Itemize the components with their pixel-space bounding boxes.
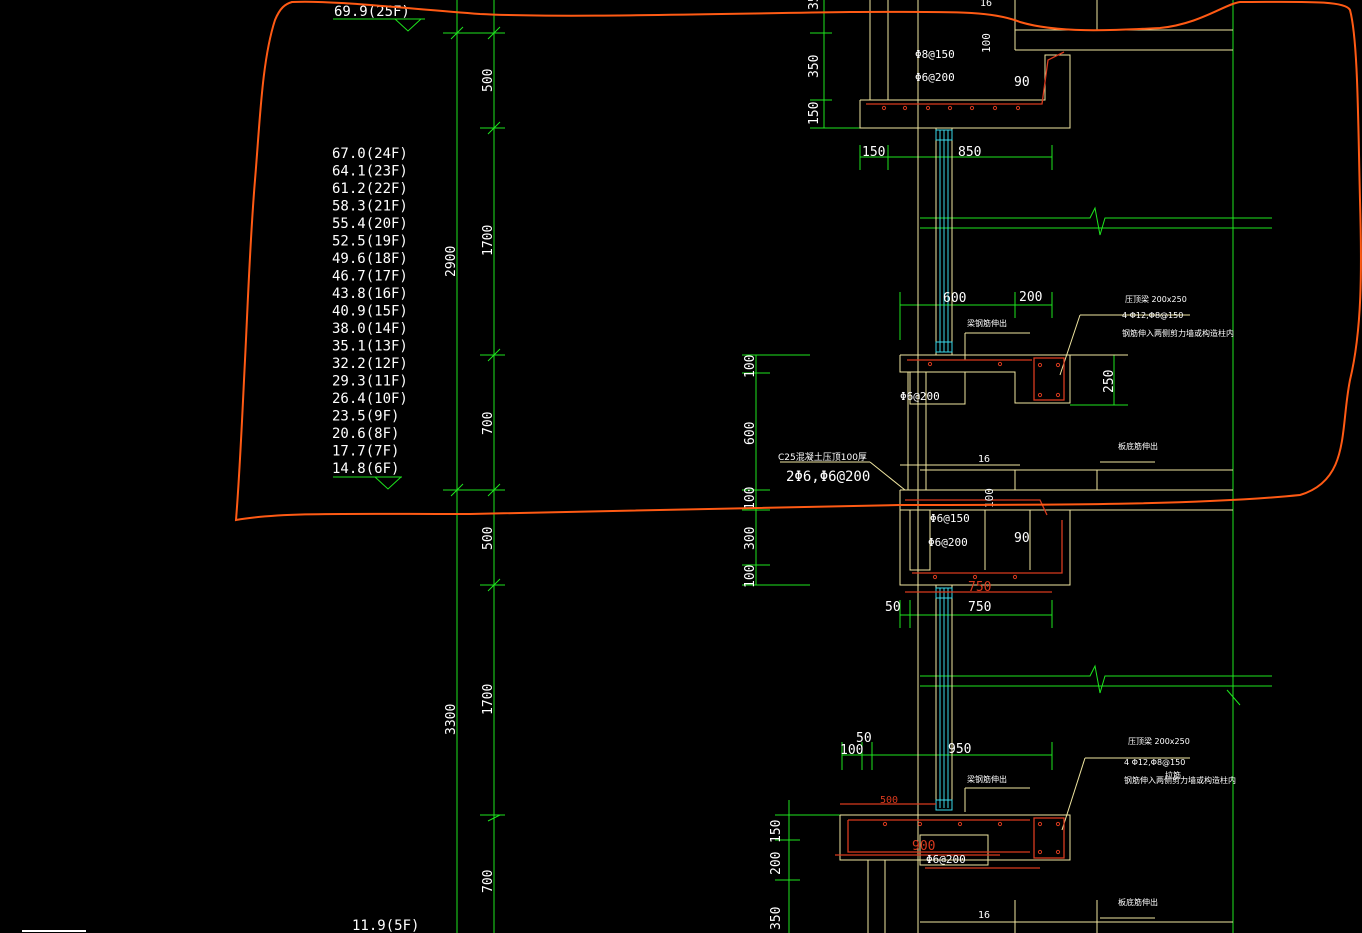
- level-label: 26.4(10F): [332, 391, 408, 407]
- dim-500-red: 500: [880, 795, 898, 806]
- dim-16-upper: 16: [980, 0, 992, 9]
- rebar-2: Φ6@200: [915, 71, 955, 84]
- dim-2900: 2900: [444, 246, 459, 277]
- beam1-title: 压顶梁 200x250: [1125, 295, 1187, 304]
- beam1-anchor: 钢筋伸入两侧剪力墙或构造柱内: [1122, 328, 1234, 338]
- dim-150-lower: 150: [769, 820, 784, 843]
- dim-750-h: 750: [968, 600, 991, 615]
- dim-16-mid: 16: [978, 454, 990, 465]
- rebar-5: Φ6@200: [928, 536, 968, 549]
- level-label: 20.6(8F): [332, 426, 399, 442]
- dim-150-h: 150: [862, 145, 885, 160]
- dim-750-red: 750: [968, 580, 991, 595]
- dim-250: 250: [1102, 370, 1117, 393]
- dim-850-h: 850: [958, 145, 981, 160]
- rebar-out-2: 梁钢筋伸出: [967, 774, 1007, 784]
- beam1-rebar: 4 Φ12,Φ8@150: [1122, 311, 1183, 320]
- dim-700-a: 700: [481, 412, 496, 435]
- tie-note: 拉筋: [1165, 770, 1181, 780]
- dim-350-upper: 350: [807, 55, 822, 78]
- level-label: 35.1(13F): [332, 339, 408, 355]
- dim-90-upper: 90: [1014, 75, 1030, 90]
- levels-list: 67.0(24F) 64.1(23F)61.2(22F) 58.3(21F)55.4…: [332, 146, 408, 477]
- dim-35: 35: [807, 0, 822, 10]
- break-lines: [920, 206, 1272, 694]
- rebar-6: Φ6@200: [926, 853, 966, 866]
- dim-200-h: 200: [1019, 290, 1042, 305]
- dim-350-lower: 350: [769, 907, 784, 930]
- dim-500-a: 500: [481, 69, 496, 92]
- dim-50-h: 50: [885, 600, 901, 615]
- dim-900-red: 900: [912, 839, 935, 854]
- c25-note: C25混凝土压顶100厚: [778, 451, 867, 463]
- dim-90-mid: 90: [1014, 531, 1030, 546]
- level-label: 52.5(19F): [332, 234, 408, 250]
- beam2-rebar: 4 Φ12,Φ8@150: [1124, 758, 1185, 767]
- dim-16-lower: 16: [978, 910, 990, 921]
- dim-1700-a: 1700: [481, 225, 496, 256]
- dim-950-h: 950: [948, 742, 971, 757]
- dim-100-b: 100: [743, 487, 758, 510]
- level-label: 55.4(20F): [332, 216, 408, 232]
- rebar-4: Φ6@150: [930, 512, 970, 525]
- level-bottom: 11.9(5F): [352, 918, 419, 933]
- level-label: 23.5(9F): [332, 409, 399, 425]
- level-label: 46.7(17F): [332, 269, 408, 285]
- dim-100-c: 100: [743, 565, 758, 588]
- level-label: 61.2(22F): [332, 181, 408, 197]
- dim-200-lower: 200: [769, 852, 784, 875]
- dim-50-h-b: 50: [856, 731, 872, 746]
- cad-drawing-canvas[interactable]: 69.9(25F) 67.0(24F)64.1(23F)61.2(22F)58.…: [0, 0, 1362, 933]
- level-label: 67.0(24F): [332, 146, 408, 162]
- level-label: 29.3(11F): [332, 374, 408, 390]
- rebar-3: Φ6@200: [900, 390, 940, 403]
- dim-150-upper: 150: [807, 102, 822, 125]
- level-label: 49.6(18F): [332, 251, 408, 267]
- level-label: 17.7(7F): [332, 444, 399, 460]
- dim-3300: 3300: [444, 704, 459, 735]
- dim-1700-b: 1700: [481, 684, 496, 715]
- level-labels: 69.9(25F) 67.0(24F)64.1(23F)61.2(22F)58.…: [332, 4, 419, 933]
- dim-100-upper: 100: [980, 33, 993, 53]
- level-label: 40.9(15F): [332, 304, 408, 320]
- slab-out-2: 板底筋伸出: [1118, 897, 1158, 907]
- dim-600: 600: [743, 422, 758, 445]
- dimension-text-horizontal: 150 850 600 200 750 50 750 100 50 950 50…: [840, 0, 1042, 921]
- rebar-1: Φ8@150: [915, 48, 955, 61]
- dim-300: 300: [743, 527, 758, 550]
- rebar-out-1: 梁钢筋伸出: [967, 318, 1007, 328]
- level-label: 14.8(6F): [332, 461, 399, 477]
- dimension-lines-green: [443, 0, 1241, 933]
- dim-600-h: 600: [943, 291, 966, 306]
- level-label: 43.8(16F): [332, 286, 408, 302]
- dim-100-a: 100: [743, 355, 758, 378]
- level-label: 32.2(12F): [332, 356, 408, 372]
- dim-500-b: 500: [481, 527, 496, 550]
- beam2-title: 压顶梁 200x250: [1128, 737, 1190, 746]
- structure-outlines-yellow: [780, 0, 1233, 933]
- level-label: 58.3(21F): [332, 199, 408, 215]
- level-label: 38.0(14F): [332, 321, 408, 337]
- c25-rebar: 2Φ6,Φ6@200: [786, 469, 870, 485]
- slab-out-1: 板底筋伸出: [1118, 441, 1158, 451]
- level-label: 64.1(23F): [332, 164, 408, 180]
- dim-700-b: 700: [481, 870, 496, 893]
